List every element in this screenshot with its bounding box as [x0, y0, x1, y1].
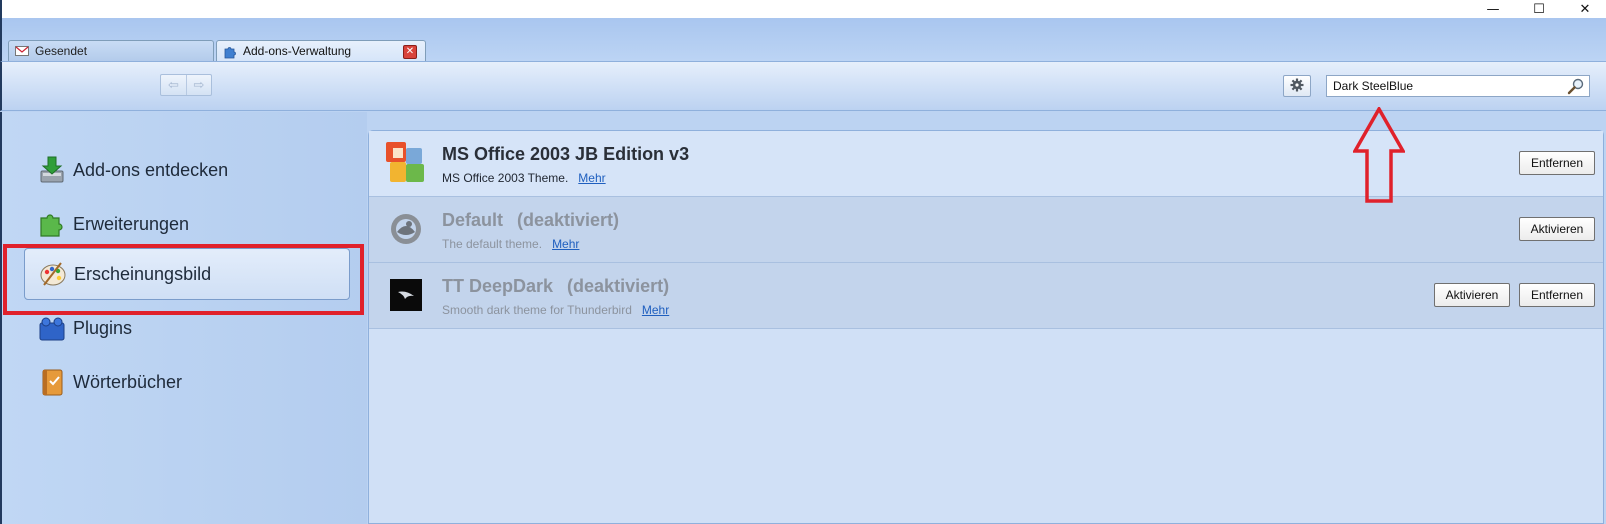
maximize-button[interactable]: ☐	[1516, 0, 1562, 18]
deepdark-icon	[384, 272, 428, 318]
addon-name: Default (deaktiviert)	[442, 210, 620, 230]
sidebar-item-plugins[interactable]: Plugins	[24, 302, 350, 354]
palette-icon	[38, 259, 68, 289]
more-link[interactable]: Mehr	[642, 303, 669, 317]
puzzle-icon	[37, 209, 67, 239]
sidebar-item-label: Add-ons entdecken	[73, 159, 229, 180]
search-icon[interactable]	[1567, 78, 1585, 95]
more-link[interactable]: Mehr	[552, 237, 579, 251]
addon-description: MS Office 2003 Theme. Mehr	[442, 171, 606, 185]
puzzle-icon	[223, 45, 237, 59]
addon-item[interactable]: Default (deaktiviert) The default theme. M…	[369, 197, 1603, 263]
sidebar-item-label: Plugins	[73, 317, 133, 338]
toolbar: ⇦ ⇨ Dark SteelBlue	[0, 61, 1606, 111]
mail-sent-icon	[15, 45, 29, 57]
back-button[interactable]: ⇦	[161, 75, 186, 95]
search-input-value: Dark SteelBlue	[1333, 79, 1414, 93]
addon-description: Smooth dark theme for Thunderbird Mehr	[442, 303, 670, 317]
addon-description: The default theme. Mehr	[442, 237, 580, 251]
sidebar-item-label: Erscheinungsbild	[74, 263, 212, 284]
remove-button[interactable]: Entfernen	[1519, 151, 1595, 175]
dictionary-icon	[37, 367, 67, 397]
thunderbird-icon	[384, 206, 428, 252]
category-sidebar: Add-ons entdecken Erweiterungen Erschein…	[0, 112, 367, 524]
sidebar-item-label: Wörterbücher	[73, 371, 183, 392]
sidebar-item-discover[interactable]: Add-ons entdecken	[24, 144, 350, 196]
activate-button[interactable]: Aktivieren	[1519, 217, 1595, 241]
sidebar-item-appearance[interactable]: Erscheinungsbild	[24, 248, 350, 300]
ms-office-icon	[384, 140, 428, 186]
title-bar: — ☐ ✕	[0, 0, 1606, 18]
tab-label: Gesendet	[35, 44, 88, 58]
addon-list: MS Office 2003 JB Edition v3 MS Office 2…	[368, 130, 1604, 524]
addon-name: TT DeepDark (deaktiviert)	[442, 276, 670, 296]
close-window-button[interactable]: ✕	[1562, 0, 1606, 18]
tab-label: Add-ons-Verwaltung	[243, 44, 352, 58]
more-link[interactable]: Mehr	[578, 171, 605, 185]
sidebar-item-label: Erweiterungen	[73, 213, 190, 234]
addon-item[interactable]: TT DeepDark (deaktiviert) Smooth dark the…	[369, 263, 1603, 329]
remove-button[interactable]: Entfernen	[1519, 283, 1595, 307]
navigation-buttons: ⇦ ⇨	[160, 74, 212, 96]
arrow-up-annotation	[1353, 107, 1405, 203]
activate-button[interactable]: Aktivieren	[1434, 283, 1510, 307]
tab-add-ons-verwaltung[interactable]: Add-ons-Verwaltung ✕	[216, 40, 426, 61]
forward-button[interactable]: ⇨	[186, 75, 211, 95]
sidebar-item-extensions[interactable]: Erweiterungen	[24, 198, 350, 250]
search-input[interactable]: Dark SteelBlue	[1326, 75, 1590, 97]
sidebar-item-dictionaries[interactable]: Wörterbücher	[24, 356, 350, 408]
tools-button[interactable]	[1283, 75, 1311, 97]
close-tab-icon[interactable]: ✕	[403, 45, 417, 59]
plugin-blocks-icon	[37, 313, 67, 343]
minimize-button[interactable]: —	[1470, 0, 1516, 18]
addon-item[interactable]: MS Office 2003 JB Edition v3 MS Office 2…	[369, 131, 1603, 197]
download-icon	[37, 155, 67, 185]
addon-name: MS Office 2003 JB Edition v3	[442, 144, 690, 164]
gear-icon	[1290, 77, 1304, 96]
tab-strip: Gesendet Add-ons-Verwaltung ✕	[0, 18, 1606, 61]
tab-gesendet[interactable]: Gesendet	[8, 40, 214, 61]
